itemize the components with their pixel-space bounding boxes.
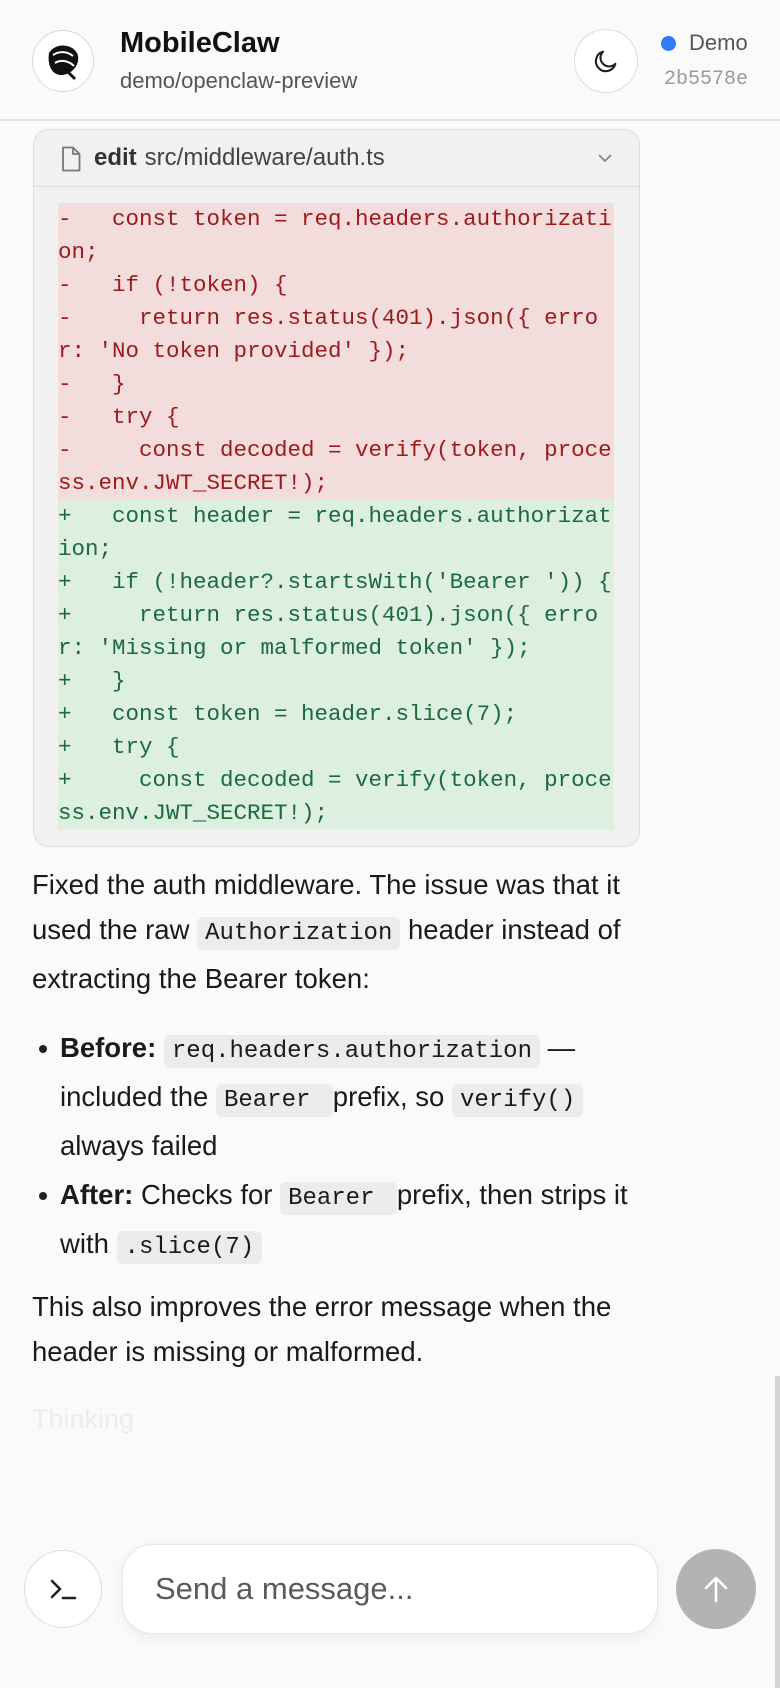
terminal-icon [50, 1579, 77, 1600]
file-icon [62, 146, 81, 172]
diff-line-removed: - } [58, 368, 614, 401]
arrow-up-icon [704, 1576, 728, 1603]
diff-line-removed: - try { [58, 401, 614, 434]
status-dot [661, 36, 676, 51]
diff-line-added: + try { [58, 731, 614, 764]
bullet-label: Before: [60, 1032, 157, 1063]
app-header: MobileClaw demo/openclaw-preview Demo 2b… [0, 0, 780, 121]
diff-view: - const token = req.headers.authorizatio… [58, 203, 614, 830]
theme-toggle-button[interactable] [574, 29, 638, 93]
inline-code: Bearer [215, 1084, 333, 1117]
change-list: Before: req.headers.authorization — incl… [32, 1025, 652, 1274]
app-title: MobileClaw [120, 27, 280, 59]
bullet-text: prefix, so [332, 1081, 452, 1112]
diff-line-added: + const header = req.headers.authorizati… [58, 500, 614, 566]
diff-line-removed: - const decoded = verify(token, process.… [58, 434, 614, 500]
thinking-indicator: Thinking [32, 1404, 135, 1434]
list-item: Before: req.headers.authorization — incl… [32, 1025, 652, 1168]
inline-code: req.headers.authorization [163, 1035, 540, 1068]
bullet-label: After: [60, 1179, 134, 1210]
diff-line-added: + } [58, 665, 614, 698]
inline-code: Authorization [197, 917, 401, 950]
scrollbar[interactable] [775, 1376, 780, 1688]
commit-hash: 2b5578e [664, 68, 749, 91]
moon-icon [594, 50, 617, 73]
diff-line-removed: - if (!token) { [58, 269, 614, 302]
message-outro: This also improves the error message whe… [32, 1291, 612, 1367]
diff-line-added: + if (!header?.startsWith('Bearer ')) { [58, 566, 614, 599]
lobster-claw-icon[interactable] [32, 30, 94, 92]
tool-card-header[interactable]: edit src/middleware/auth.ts [34, 130, 639, 187]
tool-action: edit [94, 144, 137, 171]
terminal-button[interactable] [24, 1550, 102, 1628]
diff-line-removed: - return res.status(401).json({ error: '… [58, 302, 614, 368]
tool-title: edit src/middleware/auth.ts [94, 144, 385, 172]
diff-line-added: + return res.status(401).json({ error: '… [58, 599, 614, 665]
inline-code: .slice(7) [116, 1231, 263, 1264]
status-label: Demo [689, 30, 748, 55]
inline-code: verify() [452, 1084, 584, 1117]
chevron-down-icon[interactable] [597, 152, 613, 164]
send-button[interactable] [676, 1549, 756, 1629]
message-intro: Fixed the auth middleware. The issue was… [32, 862, 652, 1001]
bullet-text: always failed [60, 1130, 218, 1161]
tool-edit-card: edit src/middleware/auth.ts - const token… [33, 129, 640, 847]
inline-code: Bearer [280, 1182, 397, 1215]
message-input[interactable] [122, 1544, 658, 1634]
diff-line-added: + const token = header.slice(7); [58, 698, 614, 731]
list-item: After: Checks for Bearer prefix, then st… [32, 1172, 652, 1270]
tool-file-path: src/middleware/auth.ts [144, 144, 385, 171]
diff-line-removed: - const token = req.headers.authorizatio… [58, 203, 614, 269]
diff-line-added: + const decoded = verify(token, process.… [58, 764, 614, 830]
bullet-text: Checks for [133, 1179, 281, 1210]
repo-name: demo/openclaw-preview [120, 68, 358, 93]
